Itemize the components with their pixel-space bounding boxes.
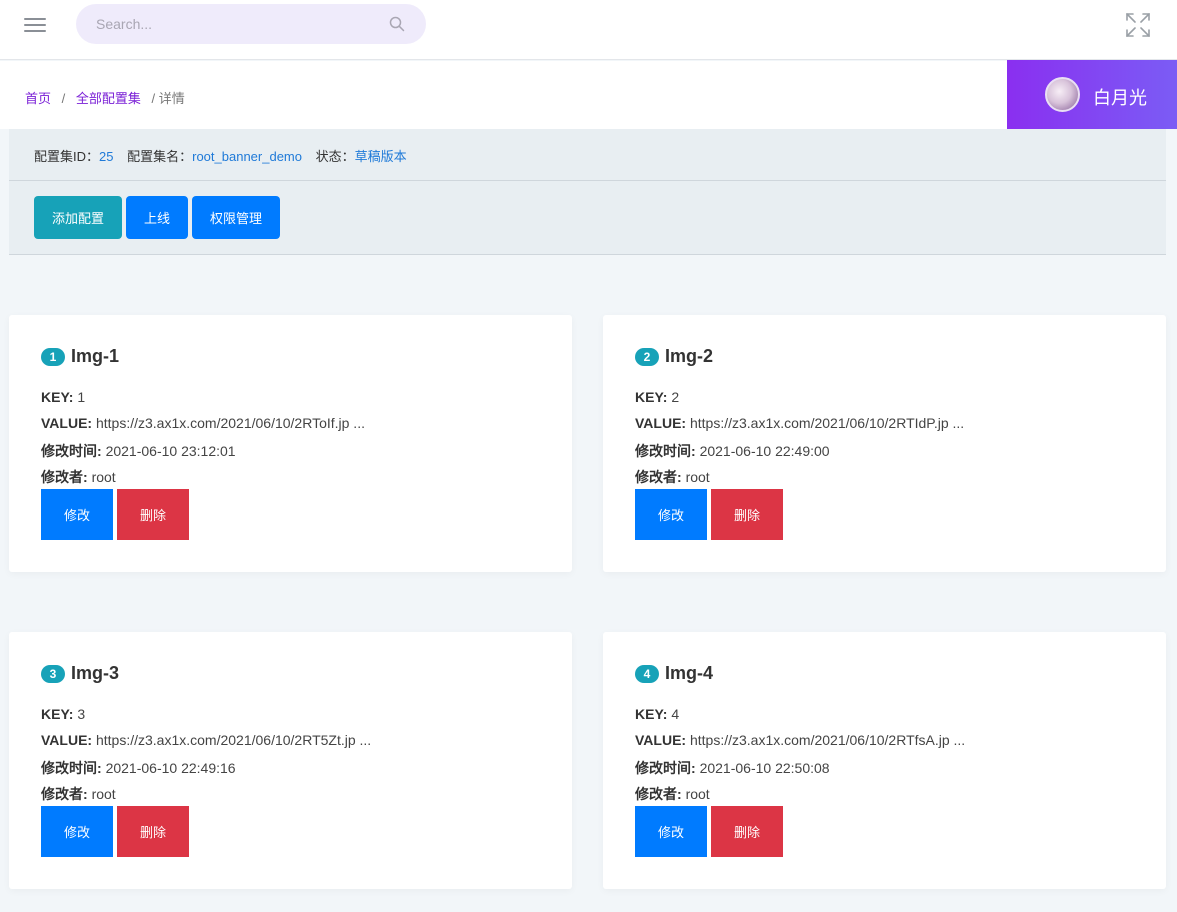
search-input[interactable] xyxy=(96,4,376,44)
modifier-field: 修改者: root xyxy=(41,469,116,485)
modified-time-field: 修改时间: 2021-06-10 22:50:08 xyxy=(635,760,830,776)
search-icon[interactable] xyxy=(389,16,405,32)
modified-time-field: 修改时间: 2021-06-10 22:49:00 xyxy=(635,443,830,459)
permissions-button[interactable]: 权限管理 xyxy=(192,196,280,239)
card-title: 4 Img-4 xyxy=(635,663,713,685)
delete-button[interactable]: 删除 xyxy=(711,806,783,857)
id-value: 25 xyxy=(99,149,114,164)
card-title: 3 Img-3 xyxy=(41,663,119,685)
value-text: https://z3.ax1x.com/2021/06/10/2RTIdP.jp… xyxy=(689,415,965,431)
status-value: 草稿版本 xyxy=(354,149,407,164)
modifier: root xyxy=(91,786,116,802)
divider xyxy=(9,180,1166,181)
key-field: KEY: 4 xyxy=(635,706,680,722)
edit-button[interactable]: 修改 xyxy=(635,806,707,857)
name-value: root_banner_demo xyxy=(192,149,302,164)
name-label: 配置集名： xyxy=(127,149,193,164)
modified-time-field: 修改时间: 2021-06-10 23:12:01 xyxy=(41,443,236,459)
index-badge: 3 xyxy=(41,664,65,683)
breadcrumb: 首页 / 全部配置集 / 详情 xyxy=(25,88,185,107)
key-field: KEY: 3 xyxy=(41,706,86,722)
breadcrumb-row: 首页 / 全部配置集 / 详情 xyxy=(0,61,1007,129)
value-field: VALUE: https://z3.ax1x.com/2021/06/10/2R… xyxy=(41,732,372,748)
index-badge: 2 xyxy=(635,347,659,366)
delete-button[interactable]: 删除 xyxy=(711,489,783,540)
modified-time: 2021-06-10 22:49:00 xyxy=(699,443,830,459)
key-value: 1 xyxy=(77,389,86,405)
breadcrumb-home[interactable]: 首页 xyxy=(25,91,51,106)
key-value: 2 xyxy=(671,389,680,405)
value-field: VALUE: https://z3.ax1x.com/2021/06/10/2R… xyxy=(635,732,966,748)
key-value: 4 xyxy=(671,706,680,722)
key-value: 3 xyxy=(77,706,86,722)
delete-button[interactable]: 删除 xyxy=(117,806,189,857)
modifier-field: 修改者: root xyxy=(635,469,710,485)
key-field: KEY: 1 xyxy=(41,389,86,405)
delete-button[interactable]: 删除 xyxy=(117,489,189,540)
modified-time: 2021-06-10 23:12:01 xyxy=(105,443,236,459)
config-card: 1 Img-1 KEY: 1 VALUE: https://z3.ax1x.com… xyxy=(9,315,572,572)
card-name: Img-2 xyxy=(665,346,714,366)
config-set-info: 配置集ID：25 配置集名：root_banner_demo 状态：草稿版本 xyxy=(34,146,417,165)
card-title: 2 Img-2 xyxy=(635,346,713,368)
value-text: https://z3.ax1x.com/2021/06/10/2RT5Zt.jp… xyxy=(95,732,372,748)
add-config-button[interactable]: 添加配置 xyxy=(34,196,122,239)
config-card: 3 Img-3 KEY: 3 VALUE: https://z3.ax1x.com… xyxy=(9,632,572,889)
modifier: root xyxy=(685,786,710,802)
edit-button[interactable]: 修改 xyxy=(41,806,113,857)
edit-button[interactable]: 修改 xyxy=(41,489,113,540)
breadcrumb-all-sets[interactable]: 全部配置集 xyxy=(76,91,141,106)
value-field: VALUE: https://z3.ax1x.com/2021/06/10/2R… xyxy=(41,415,365,431)
config-card: 2 Img-2 KEY: 2 VALUE: https://z3.ax1x.com… xyxy=(603,315,1166,572)
edit-button[interactable]: 修改 xyxy=(635,489,707,540)
user-name: 白月光 xyxy=(1093,88,1147,108)
breadcrumb-separator: / xyxy=(61,91,66,106)
key-field: KEY: 2 xyxy=(635,389,680,405)
config-card: 4 Img-4 KEY: 4 VALUE: https://z3.ax1x.com… xyxy=(603,632,1166,889)
card-name: Img-1 xyxy=(71,346,120,366)
publish-button[interactable]: 上线 xyxy=(126,196,188,239)
modifier-field: 修改者: root xyxy=(41,786,116,802)
value-text: https://z3.ax1x.com/2021/06/10/2RTfsA.jp… xyxy=(689,732,966,748)
card-name: Img-4 xyxy=(665,663,714,683)
modifier-field: 修改者: root xyxy=(635,786,710,802)
index-badge: 1 xyxy=(41,347,65,366)
card-title: 1 Img-1 xyxy=(41,346,119,368)
modifier: root xyxy=(685,469,710,485)
card-name: Img-3 xyxy=(71,663,120,683)
user-menu[interactable]: 白月光 xyxy=(1007,60,1177,129)
breadcrumb-current: / 详情 xyxy=(151,91,185,106)
top-bar xyxy=(0,0,1177,60)
value-field: VALUE: https://z3.ax1x.com/2021/06/10/2R… xyxy=(635,415,965,431)
modified-time-field: 修改时间: 2021-06-10 22:49:16 xyxy=(41,760,236,776)
modified-time: 2021-06-10 22:50:08 xyxy=(699,760,830,776)
hamburger-menu-icon[interactable] xyxy=(24,17,46,33)
status-label: 状态： xyxy=(315,149,355,164)
index-badge: 4 xyxy=(635,664,659,683)
fullscreen-icon[interactable] xyxy=(1125,12,1151,38)
config-set-info-panel: 配置集ID：25 配置集名：root_banner_demo 状态：草稿版本 添… xyxy=(9,129,1166,255)
avatar xyxy=(1045,77,1080,112)
modified-time: 2021-06-10 22:49:16 xyxy=(105,760,236,776)
value-text: https://z3.ax1x.com/2021/06/10/2RToIf.jp… xyxy=(95,415,365,431)
modifier: root xyxy=(91,469,116,485)
id-label: 配置集ID： xyxy=(34,149,100,164)
search-box[interactable] xyxy=(76,4,426,44)
